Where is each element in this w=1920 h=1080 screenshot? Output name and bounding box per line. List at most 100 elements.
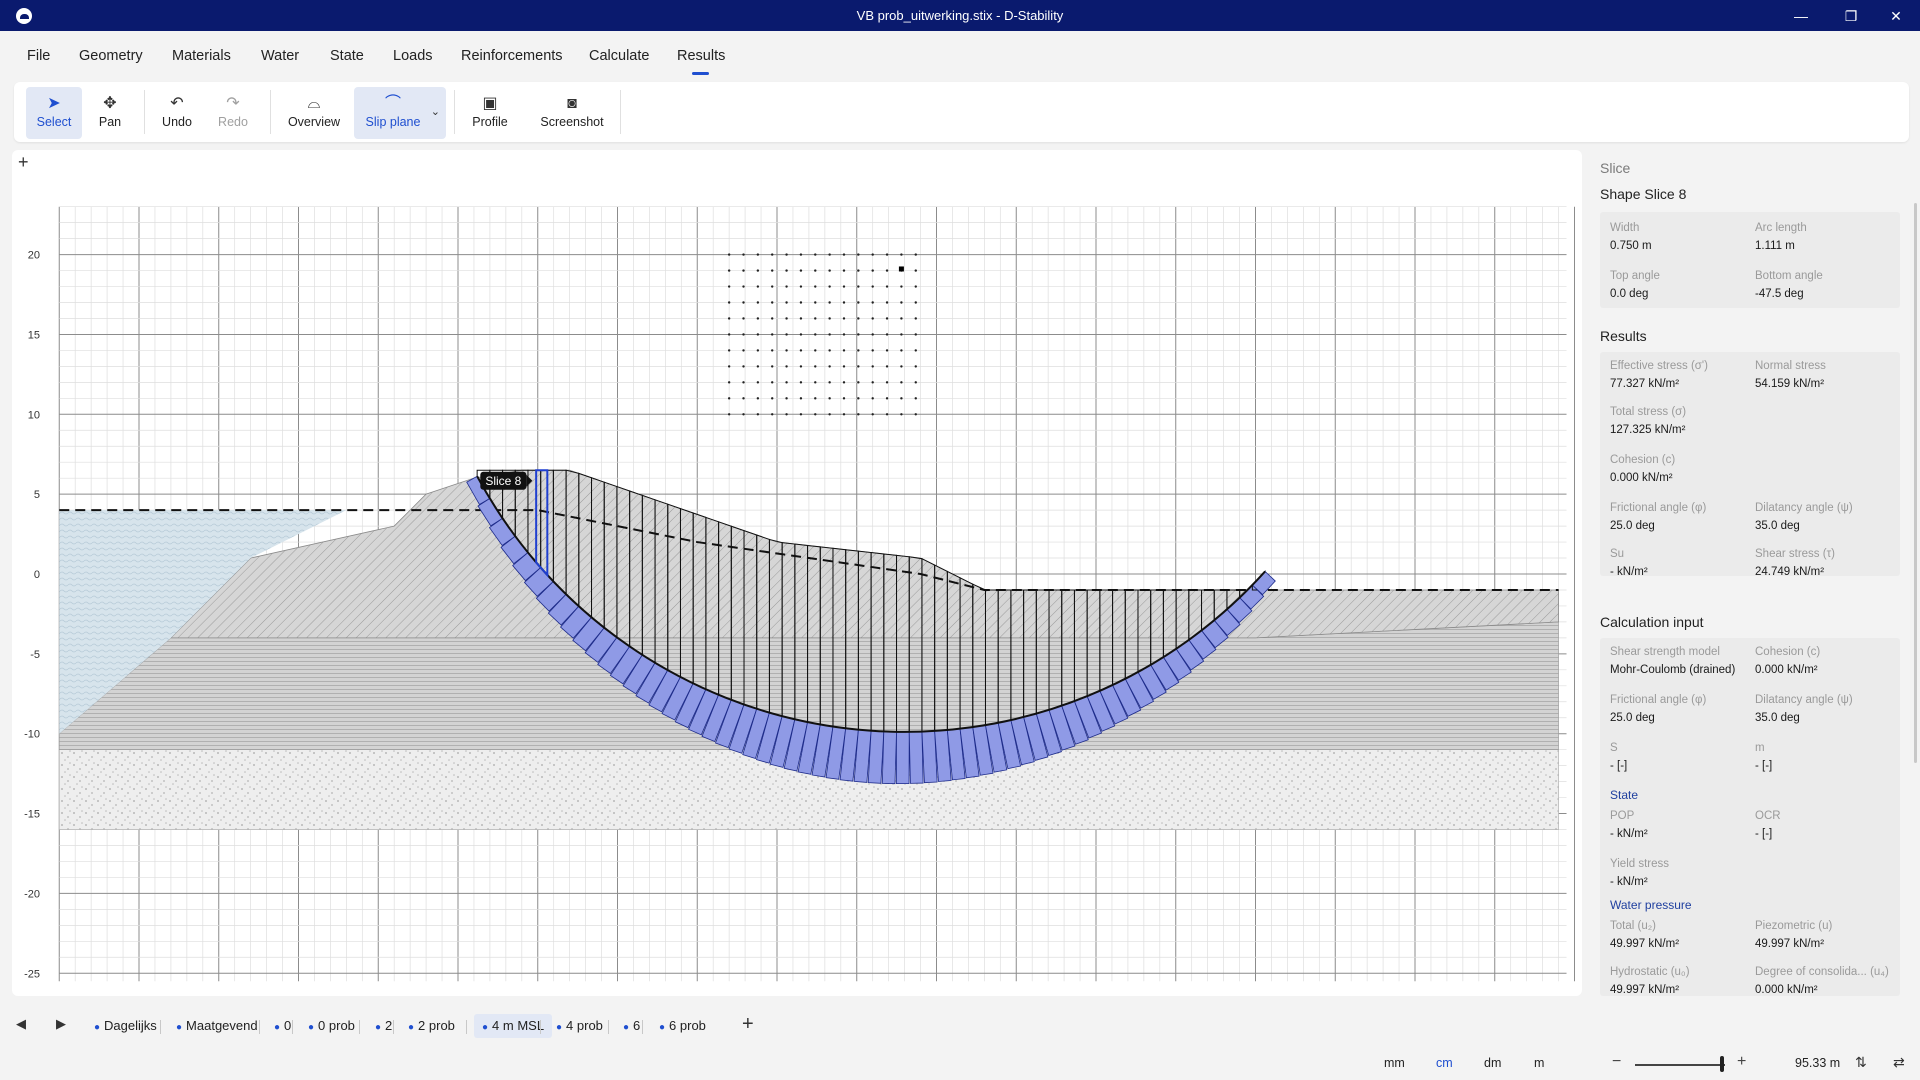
next-tab-icon[interactable]: ▶	[56, 1016, 66, 1032]
pan-button[interactable]: ✥ Pan	[84, 87, 136, 139]
grid-point	[871, 413, 874, 416]
cursor-arrow-icon: ➤	[47, 95, 61, 112]
y-tick-label: 5	[34, 489, 40, 501]
screenshot-button[interactable]: ◙ Screenshot	[526, 87, 618, 139]
tab-label: 6 prob	[669, 1018, 706, 1033]
redo-icon: ↷	[226, 95, 240, 112]
stage-tab[interactable]: ● 2	[367, 1014, 400, 1038]
grid-point	[857, 285, 860, 288]
panel-scrollbar[interactable]	[1914, 203, 1917, 763]
slope-stability-drawing[interactable]: -25-20-15-10-505101520253035404550556065…	[12, 150, 1582, 996]
grid-point	[814, 317, 817, 320]
grid-point	[727, 365, 731, 368]
redo-button[interactable]: ↷ Redo	[208, 87, 258, 139]
swap-horizontal-icon[interactable]: ⇄	[1893, 1054, 1905, 1071]
grid-point	[814, 333, 817, 336]
grid-point	[842, 317, 846, 320]
grid-point	[828, 413, 831, 416]
stage-tab[interactable]: ● 4 prob	[548, 1014, 611, 1038]
zoom-slider-thumb[interactable]	[1720, 1056, 1724, 1072]
scale-readout: 95.33 m	[1795, 1056, 1841, 1070]
select-button[interactable]: ➤ Select	[26, 87, 82, 139]
profile-button[interactable]: ▣ Profile	[462, 87, 518, 139]
shape-title: Shape Slice 8	[1600, 186, 1687, 202]
grid-point	[727, 253, 731, 256]
unit-dm[interactable]: dm	[1484, 1056, 1501, 1070]
tab-label: 2 prob	[418, 1018, 455, 1033]
stage-tab[interactable]: ● 6 prob	[651, 1014, 714, 1038]
stress-bar	[895, 731, 910, 785]
menu-materials[interactable]: Materials	[172, 48, 231, 64]
slice-label: Slice 8	[485, 474, 521, 488]
chevron-down-icon[interactable]: ⌄	[431, 105, 440, 118]
grid-point	[900, 349, 903, 352]
grid-point	[900, 397, 903, 400]
active-menu-indicator	[692, 72, 709, 75]
yield-stress-field: Yield stress - kN/m²	[1610, 858, 1670, 888]
zoom-in-icon[interactable]: +	[1737, 1053, 1746, 1071]
overview-button[interactable]: ⌓ Overview	[278, 87, 350, 139]
properties-panel: Slice Shape Slice 8 Width 0.750 m Arc len…	[1590, 150, 1908, 996]
add-tab-icon[interactable]: +	[742, 1013, 754, 1036]
unit-mm[interactable]: mm	[1384, 1056, 1405, 1070]
y-tick-label: 0	[34, 569, 40, 581]
pop-field: POP - kN/m²	[1610, 810, 1648, 840]
grid-point	[756, 397, 760, 400]
unit-cm[interactable]: cm	[1436, 1056, 1453, 1070]
menu-results[interactable]: Results	[677, 48, 725, 64]
unit-m[interactable]: m	[1534, 1056, 1544, 1070]
geometry-canvas[interactable]: -25-20-15-10-505101520253035404550556065…	[12, 150, 1582, 996]
grid-point	[785, 253, 788, 256]
zoom-slider[interactable]	[1635, 1064, 1725, 1066]
hydrostatic-field: Hydrostatic (u₀) 49.997 kN/m²	[1610, 966, 1690, 996]
tab-label: Maatgevend	[186, 1018, 258, 1033]
y-tick-label: -20	[24, 888, 40, 900]
minimize-button[interactable]: —	[1786, 6, 1816, 26]
grid-point	[742, 413, 745, 416]
undo-button[interactable]: ↶ Undo	[152, 87, 202, 139]
toolbar-separator	[620, 90, 621, 134]
stage-tab[interactable]: ● 6	[615, 1014, 648, 1038]
grid-point	[742, 285, 745, 288]
grid-point	[842, 413, 846, 416]
y-tick-label: -10	[24, 729, 40, 741]
previous-tab-icon[interactable]: ◀	[16, 1016, 26, 1032]
slip-plane-button[interactable]: ⌒ Slip plane ⌄	[354, 87, 446, 139]
maximize-button[interactable]: ❐	[1836, 6, 1866, 26]
menu-loads[interactable]: Loads	[393, 48, 433, 64]
total-stress-field: Total stress (σ) 127.325 kN/m²	[1610, 406, 1687, 436]
grid-point	[727, 349, 731, 352]
stage-tab[interactable]: ● Maatgevend	[168, 1014, 266, 1038]
stage-tab[interactable]: ● 0 prob	[300, 1014, 363, 1038]
grid-point	[857, 381, 860, 384]
grid-point	[914, 413, 917, 416]
stage-tab[interactable]: ● 2 prob	[400, 1014, 463, 1038]
stage-tab[interactable]: ● Dagelijks	[86, 1014, 165, 1038]
stage-tab[interactable]: ● 0	[266, 1014, 299, 1038]
grid-point	[727, 333, 731, 336]
menu-water[interactable]: Water	[261, 48, 299, 64]
add-icon[interactable]: +	[18, 152, 29, 173]
grid-point	[828, 397, 831, 400]
grid-point	[814, 413, 817, 416]
grid-point	[828, 253, 831, 256]
menu-state[interactable]: State	[330, 48, 364, 64]
menu-geometry[interactable]: Geometry	[79, 48, 143, 64]
close-button[interactable]: ✕	[1881, 6, 1911, 26]
critical-center-point	[898, 266, 904, 272]
menu-calculate[interactable]: Calculate	[589, 48, 649, 64]
tab-dot-icon: ●	[556, 1022, 563, 1033]
grid-point	[785, 381, 788, 384]
grid-point	[842, 397, 846, 400]
grid-point	[900, 365, 903, 368]
grid-point	[756, 285, 760, 288]
grid-point	[742, 269, 745, 272]
grid-point	[857, 269, 860, 272]
menu-file[interactable]: File	[27, 48, 50, 64]
menu-reinforcements[interactable]: Reinforcements	[461, 48, 563, 64]
calc-dilatancy-angle-field: Dilatancy angle (ψ) 35.0 deg	[1755, 694, 1853, 724]
zoom-out-icon[interactable]: −	[1612, 1053, 1621, 1071]
swap-vertical-icon[interactable]: ⇅	[1855, 1054, 1867, 1071]
grid-point	[799, 413, 803, 416]
grid-point	[756, 381, 760, 384]
